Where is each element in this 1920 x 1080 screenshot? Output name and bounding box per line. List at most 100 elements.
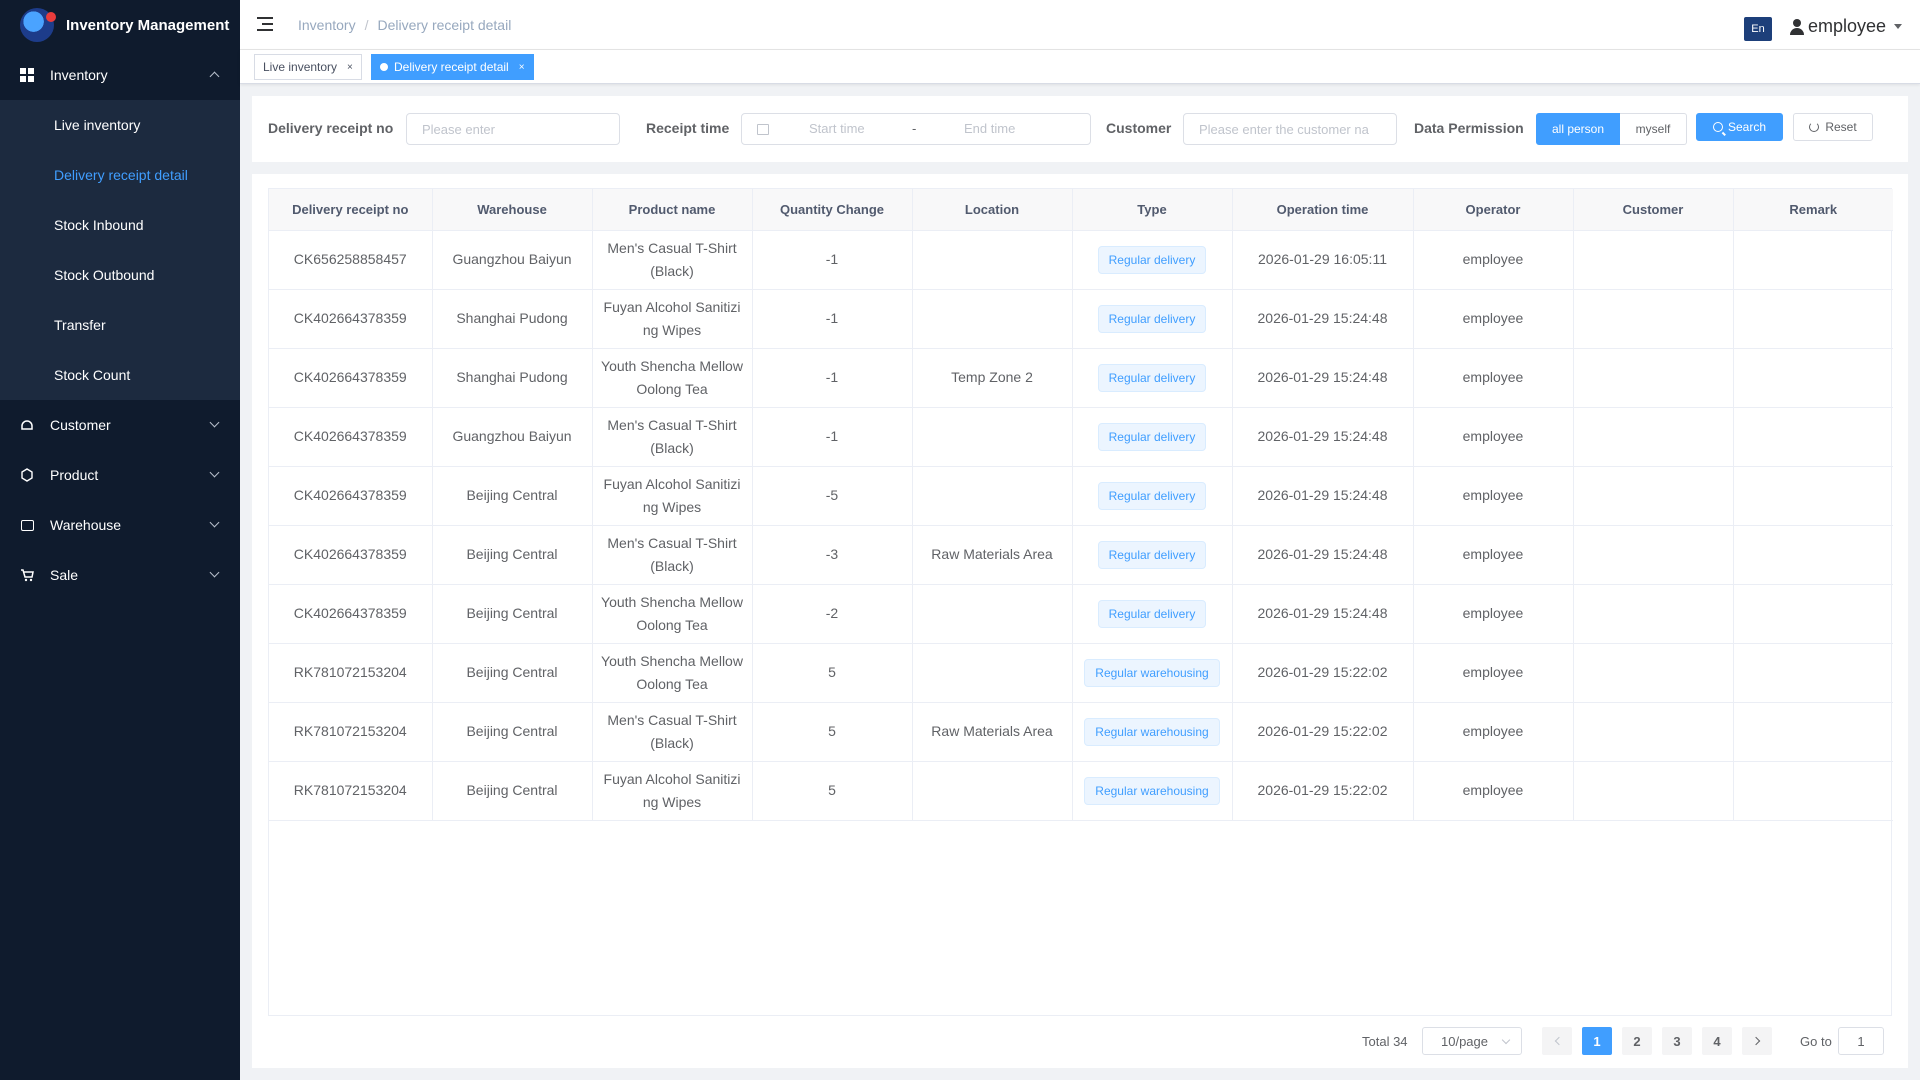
cell-operation-time: 2026-01-29 15:22:02 [1232,702,1414,762]
cell-quantity-change: -3 [752,525,913,585]
column-header-quantity-change: Quantity Change [752,189,913,231]
cell-product-name: Men's Casual T-Shirt (Black) [592,230,753,290]
sidebar-item-label: Warehouse [50,517,122,533]
page-button-2[interactable]: 2 [1622,1027,1652,1055]
cell-quantity-change: -1 [752,407,913,467]
cell-operator: employee [1413,761,1574,821]
cell-product-name: Fuyan Alcohol Sanitizing Wipes [592,289,753,349]
pagination-total: Total 34 [1362,1034,1408,1049]
cell-operator: employee [1413,643,1574,703]
cell-customer [1573,289,1734,349]
cell-product-name: Men's Casual T-Shirt (Black) [592,407,753,467]
cell-operation-time: 2026-01-29 16:05:11 [1232,230,1414,290]
type-tag: Regular delivery [1097,363,1207,392]
menu-toggle-icon[interactable] [257,17,273,31]
sidebar-subitem-live-inventory[interactable]: Live inventory [0,100,240,150]
search-form: Delivery receipt no Please enter Receipt… [252,96,1908,162]
breadcrumb-separator: / [364,17,369,33]
cell-customer [1573,584,1734,644]
cell-customer [1573,407,1734,467]
type-tag: Regular delivery [1097,540,1207,569]
inventory-submenu: Live inventory Delivery receipt detail S… [0,100,240,400]
close-icon[interactable]: × [519,62,525,73]
product-icon [20,468,34,482]
cell-product-name: Men's Casual T-Shirt (Black) [592,702,753,762]
sidebar-item-sale[interactable]: Sale [0,550,240,600]
prev-page-button[interactable] [1542,1027,1572,1055]
chevron-down-icon [209,467,220,478]
table-body: CK656258858457 Guangzhou Baiyun Men's Casu… [269,230,1893,821]
cell-operator: employee [1413,407,1574,467]
sidebar-subitem-stock-outbound[interactable]: Stock Outbound [0,250,240,300]
table-row: CK656258858457 Guangzhou Baiyun Men's Casu… [269,230,1893,290]
page-size-select[interactable]: 10/page [1422,1027,1522,1055]
table-header-row: Delivery receipt no Warehouse Product name… [269,189,1893,231]
sidebar-subitem-stock-count[interactable]: Stock Count [0,350,240,400]
cell-operator: employee [1413,289,1574,349]
sidebar-subitem-transfer[interactable]: Transfer [0,300,240,350]
sidebar-item-inventory[interactable]: Inventory [0,50,240,100]
sidebar-item-product[interactable]: Product [0,450,240,500]
cell-type: Regular delivery [1072,230,1233,290]
range-separator: - [912,121,917,136]
cell-type: Regular delivery [1072,348,1233,408]
column-header-product-name: Product name [592,189,753,231]
cell-type: Regular warehousing [1072,702,1233,762]
cell-quantity-change: 5 [752,761,913,821]
cell-operator: employee [1413,230,1574,290]
page-button-1[interactable]: 1 [1582,1027,1612,1055]
cell-customer [1573,525,1734,585]
receipt-no-input[interactable]: Please enter [406,113,620,145]
cell-receipt-no: CK656258858457 [269,230,433,290]
user-menu[interactable]: employee [1789,16,1902,37]
cell-location: Temp Zone 2 [912,348,1073,408]
type-tag: Regular warehousing [1084,658,1220,687]
page-button-4[interactable]: 4 [1702,1027,1732,1055]
column-header-location: Location [912,189,1073,231]
cell-quantity-change: 5 [752,702,913,762]
calendar-icon [757,123,769,135]
customer-icon [20,418,34,432]
permission-all-person-button[interactable]: all person [1536,113,1620,145]
chevron-down-icon [209,517,220,528]
start-time-input[interactable]: Start time [809,121,865,136]
type-tag: Regular warehousing [1084,776,1220,805]
column-header-operation-time: Operation time [1232,189,1414,231]
next-page-button[interactable] [1742,1027,1772,1055]
cell-operation-time: 2026-01-29 15:24:48 [1232,348,1414,408]
sidebar-subitem-delivery-receipt-detail[interactable]: Delivery receipt detail [0,150,240,200]
breadcrumb-item[interactable]: Inventory [298,17,356,33]
column-header-remark: Remark [1733,189,1893,231]
page-size-value: 10/page [1441,1033,1488,1049]
tag-delivery-receipt-detail[interactable]: Delivery receipt detail × [371,54,534,80]
end-time-input[interactable]: End time [964,121,1015,136]
sidebar-item-customer[interactable]: Customer [0,400,240,450]
cell-location [912,761,1073,821]
page-button-3[interactable]: 3 [1662,1027,1692,1055]
receipt-time-range[interactable]: Start time - End time [741,113,1091,145]
receipt-no-label: Delivery receipt no [268,120,394,136]
cell-customer [1573,702,1734,762]
tag-live-inventory[interactable]: Live inventory × [254,54,362,80]
sidebar-item-warehouse[interactable]: Warehouse [0,500,240,550]
cell-remark [1733,407,1893,467]
customer-input[interactable]: Please enter the customer na [1183,113,1397,145]
cell-customer [1573,761,1734,821]
sidebar-subitem-stock-inbound[interactable]: Stock Inbound [0,200,240,250]
cell-remark [1733,466,1893,526]
column-header-operator: Operator [1413,189,1574,231]
close-icon[interactable]: × [347,62,353,73]
chevron-down-icon [209,417,220,428]
permission-myself-button[interactable]: myself [1620,113,1687,145]
reset-button[interactable]: Reset [1793,113,1873,141]
cell-warehouse: Shanghai Pudong [432,289,593,349]
table-row: CK402664378359 Shanghai Pudong Fuyan Alcoh… [269,289,1893,349]
cell-location [912,407,1073,467]
search-button[interactable]: Search [1696,113,1783,141]
cell-warehouse: Shanghai Pudong [432,348,593,408]
table-row: RK781072153204 Beijing Central Youth Shenc… [269,643,1893,703]
language-switch-button[interactable]: En [1744,17,1772,41]
cell-type: Regular delivery [1072,525,1233,585]
goto-page-input[interactable] [1838,1027,1884,1055]
cell-product-name: Youth Shencha Mellow Oolong Tea [592,584,753,644]
